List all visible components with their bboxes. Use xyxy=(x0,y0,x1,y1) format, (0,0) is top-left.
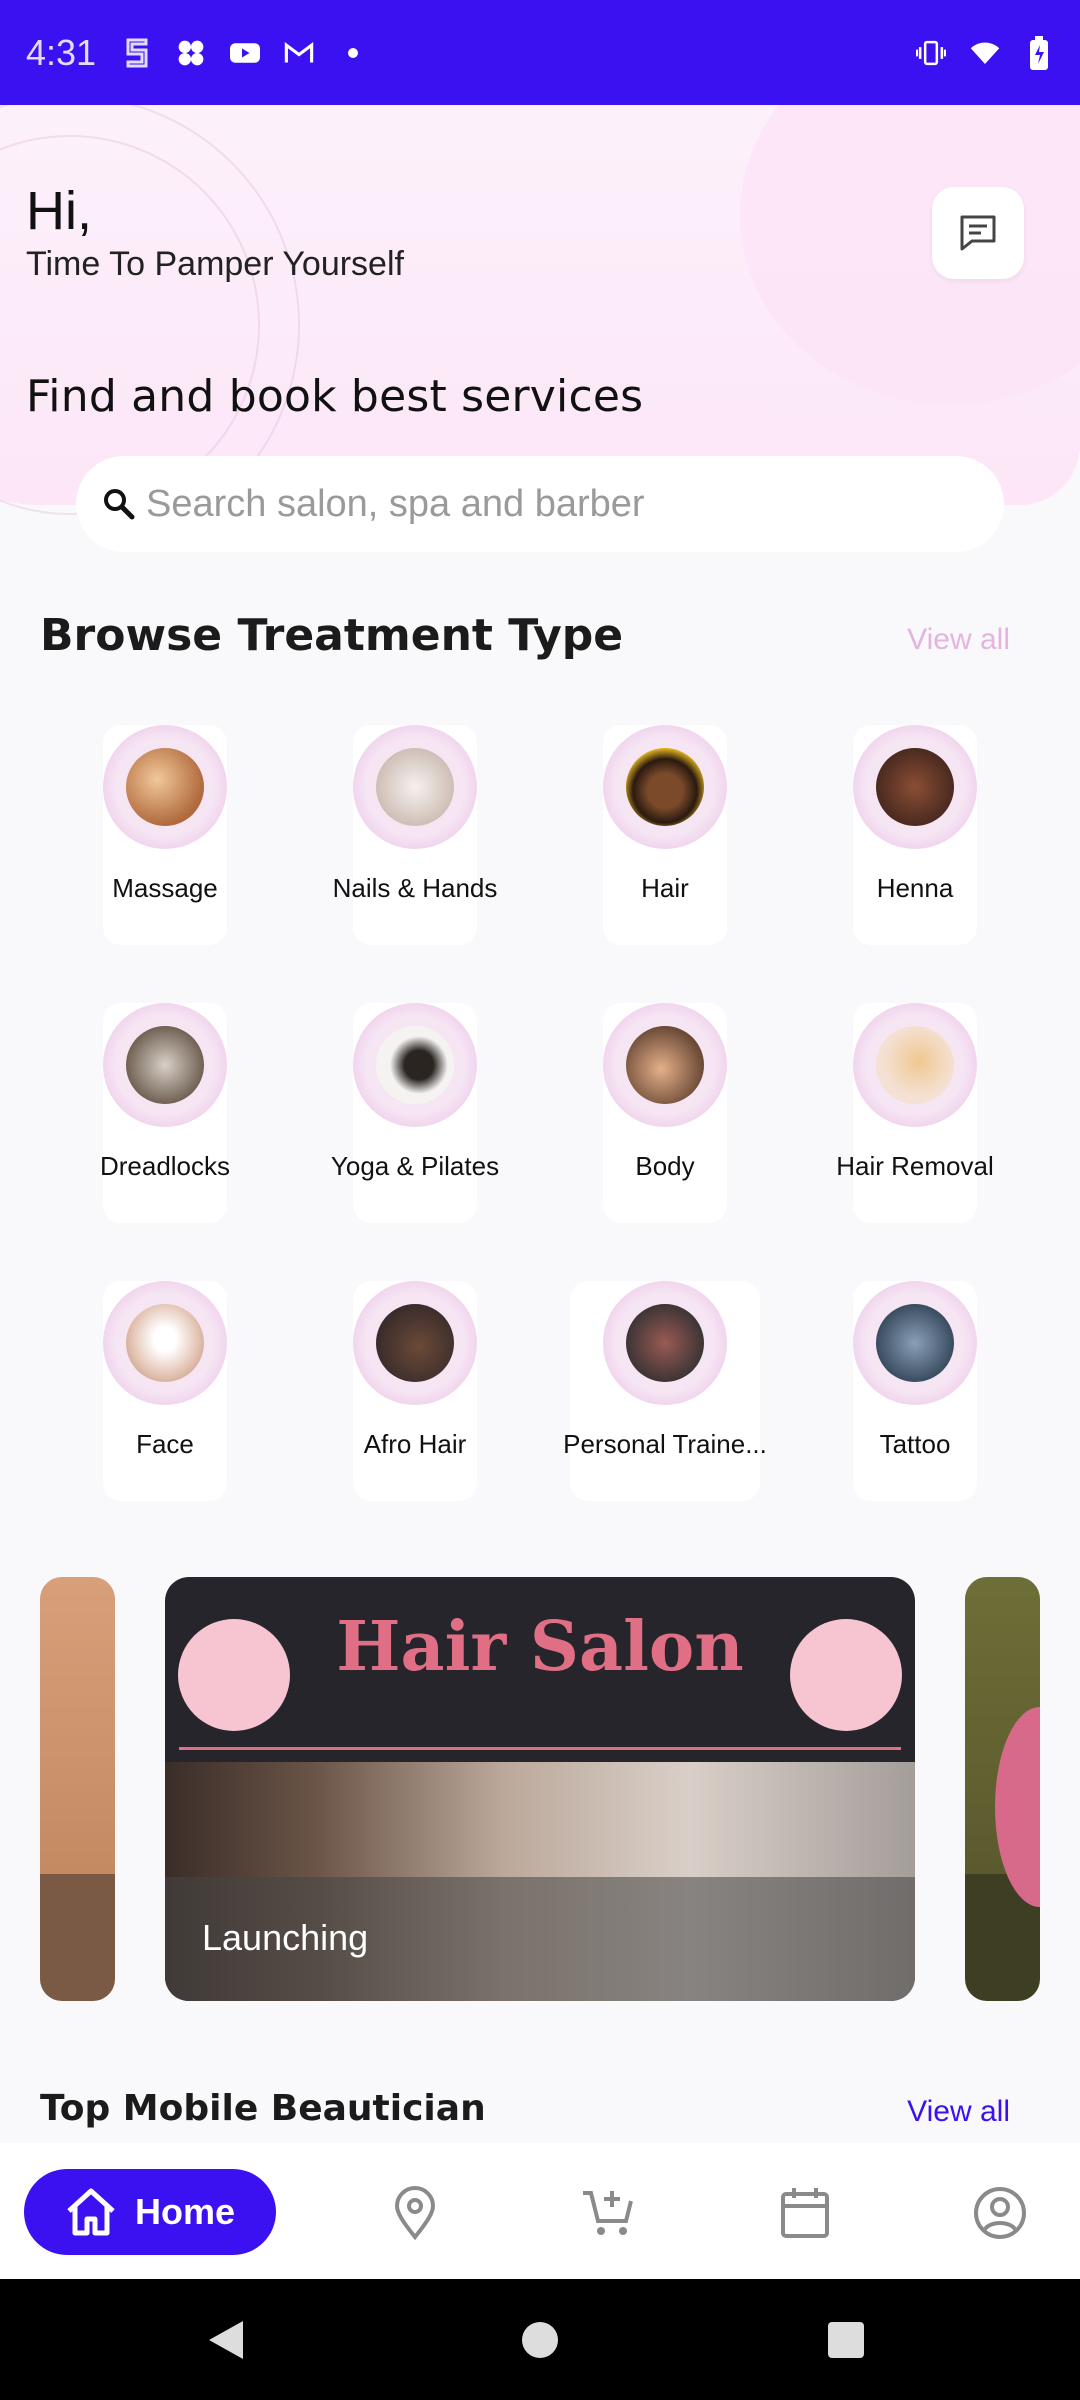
nav-home-label: Home xyxy=(134,2191,236,2232)
category-image-frame xyxy=(353,725,477,849)
category-dreadlocks[interactable]: Dreadlocks xyxy=(45,993,285,1223)
search-icon xyxy=(104,489,135,520)
status-time: 4:31 xyxy=(26,31,97,73)
tattoo-image xyxy=(876,1304,954,1382)
category-yoga-pilates[interactable]: Yoga & Pilates xyxy=(295,993,535,1223)
category-image-frame xyxy=(853,1003,977,1127)
category-label: Afro Hair xyxy=(363,1429,467,1459)
shield-app-icon xyxy=(122,38,152,68)
category-body[interactable]: Body xyxy=(545,993,785,1223)
promo-carousel[interactable]: Hair Salon Launching xyxy=(0,1577,1080,2001)
body-image xyxy=(626,1026,704,1104)
greeting-subtitle: Time To Pamper Yourself xyxy=(26,245,404,283)
system-navigation-bar xyxy=(0,2279,1080,2400)
nav-calendar-button[interactable] xyxy=(775,2183,835,2243)
gmail-icon xyxy=(284,38,314,68)
category-image-frame xyxy=(353,1003,477,1127)
category-image-frame xyxy=(603,725,727,849)
wifi-icon xyxy=(970,38,1000,68)
category-hair-removal[interactable]: Hair Removal xyxy=(795,993,1035,1223)
category-nails-hands[interactable]: Nails & Hands xyxy=(295,715,535,945)
battery-icon xyxy=(1024,35,1054,70)
beautician-title: Top Mobile Beautician xyxy=(40,2088,486,2129)
category-image-frame xyxy=(103,725,227,849)
category-label: Nails & Hands xyxy=(332,873,498,903)
chat-button[interactable] xyxy=(932,187,1024,279)
category-image-frame xyxy=(603,1281,727,1405)
category-label: Henna xyxy=(876,873,954,903)
search-bar[interactable] xyxy=(76,456,1004,552)
afro-hair-image xyxy=(376,1304,454,1382)
nails-image xyxy=(376,748,454,826)
category-label: Dreadlocks xyxy=(99,1151,231,1181)
category-tattoo[interactable]: Tattoo xyxy=(795,1271,1035,1501)
massage-image xyxy=(126,748,204,826)
category-label: Yoga & Pilates xyxy=(330,1151,500,1181)
nav-home-button[interactable]: Home xyxy=(24,2169,276,2255)
personal-trainer-image xyxy=(626,1304,704,1382)
chat-icon xyxy=(960,215,996,251)
promo-card-next[interactable] xyxy=(965,1577,1040,2001)
location-pin-icon xyxy=(394,2186,436,2240)
add-to-cart-icon xyxy=(583,2191,633,2235)
category-label: Personal Traine... xyxy=(563,1429,767,1459)
category-image-frame xyxy=(603,1003,727,1127)
promo-card-previous[interactable] xyxy=(40,1577,115,2001)
henna-image xyxy=(876,748,954,826)
banner-label: Launching xyxy=(202,1917,369,1958)
category-image-frame xyxy=(853,1281,977,1405)
nav-cart-button[interactable] xyxy=(578,2183,638,2243)
category-image-frame xyxy=(103,1281,227,1405)
promo-banner-hair-salon[interactable]: Hair Salon Launching xyxy=(165,1577,915,2001)
recents-icon[interactable] xyxy=(828,2322,864,2358)
bottom-navigation: Home xyxy=(0,2143,1080,2279)
category-hair[interactable]: Hair xyxy=(545,715,785,945)
search-input[interactable] xyxy=(146,482,946,526)
next-card-shape xyxy=(995,1707,1040,1907)
banner-title: Hair Salon xyxy=(336,1607,744,1687)
header: Hi, Time To Pamper Yourself Find and boo… xyxy=(0,105,1080,515)
home-icon xyxy=(67,2188,115,2236)
category-label: Hair xyxy=(641,873,689,903)
hair-removal-image xyxy=(876,1026,954,1104)
hair-image xyxy=(626,748,704,826)
banner-divider xyxy=(179,1747,901,1750)
home-circle-icon[interactable] xyxy=(521,2321,559,2359)
face-image xyxy=(126,1304,204,1382)
greeting: Hi, xyxy=(26,181,92,241)
category-label: Body xyxy=(635,1151,695,1181)
dreadlocks-image xyxy=(126,1026,204,1104)
pinwheel-app-icon xyxy=(176,38,206,68)
category-label: Face xyxy=(136,1429,194,1459)
beautician-view-all-link[interactable]: View all xyxy=(907,2095,1010,2129)
status-bar: 4:31 xyxy=(0,0,1080,105)
calendar-icon xyxy=(781,2188,829,2238)
category-massage[interactable]: Massage xyxy=(45,715,285,945)
youtube-icon xyxy=(230,38,261,68)
vibrate-icon xyxy=(916,38,946,68)
category-face[interactable]: Face xyxy=(45,1271,285,1501)
category-image-frame xyxy=(853,725,977,849)
find-services-title: Find and book best services xyxy=(26,371,644,422)
nav-profile-button[interactable] xyxy=(970,2183,1030,2243)
back-icon[interactable] xyxy=(205,2319,245,2361)
category-label: Tattoo xyxy=(879,1429,951,1459)
category-label: Hair Removal xyxy=(836,1151,994,1181)
category-image-frame xyxy=(353,1281,477,1405)
category-personal-trainer[interactable]: Personal Traine... xyxy=(545,1271,785,1501)
yoga-image xyxy=(376,1026,454,1104)
browse-view-all-link[interactable]: View all xyxy=(907,623,1010,657)
category-label: Massage xyxy=(112,873,218,903)
nav-location-button[interactable] xyxy=(385,2183,445,2243)
category-image-frame xyxy=(103,1003,227,1127)
category-afro-hair[interactable]: Afro Hair xyxy=(295,1271,535,1501)
dot-icon xyxy=(338,38,368,68)
profile-icon xyxy=(974,2187,1026,2239)
category-henna[interactable]: Henna xyxy=(795,715,1035,945)
browse-title: Browse Treatment Type xyxy=(40,610,624,661)
